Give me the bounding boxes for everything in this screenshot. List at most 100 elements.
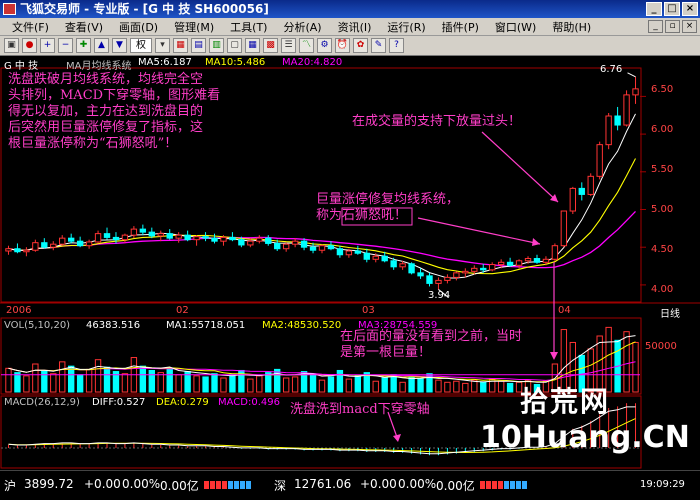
menu-analysis[interactable]: 分析(A) xyxy=(275,19,329,35)
annotation-line: 根巨量涨停称为“石狮怒吼”！ xyxy=(8,136,178,151)
volume-bar xyxy=(291,376,299,393)
arrow-up-icon[interactable]: ▲ xyxy=(94,38,109,53)
zoom-in-icon[interactable]: + xyxy=(40,38,55,53)
menu-manage[interactable]: 管理(M) xyxy=(166,19,222,35)
volume-bar xyxy=(59,361,66,393)
sz-index-label: 深 xyxy=(274,479,287,493)
table-icon[interactable]: ▦ xyxy=(245,38,260,53)
candle-body xyxy=(578,187,585,195)
candle-body xyxy=(390,260,397,268)
candle-body xyxy=(551,245,559,260)
refresh-icon[interactable]: ● xyxy=(22,38,37,53)
candle-body xyxy=(121,234,129,241)
mini-bar-segment xyxy=(516,481,521,489)
vol-y-tick: 50000 xyxy=(645,341,677,352)
volume-bar xyxy=(32,363,39,393)
x-tick-label: 03 xyxy=(362,305,375,316)
low-price-label: 3.94 xyxy=(428,290,451,301)
candle-body xyxy=(632,88,639,96)
volume-bar xyxy=(336,369,344,393)
list-icon[interactable]: ☰ xyxy=(281,38,296,53)
window-icon[interactable]: ▢ xyxy=(227,38,242,53)
candle-body xyxy=(103,233,111,238)
menu-file[interactable]: 文件(F) xyxy=(4,19,57,35)
annotation-line: 称为石狮怒吼！ xyxy=(316,208,408,223)
child-close-button[interactable]: × xyxy=(682,20,697,33)
candle-body xyxy=(112,236,120,241)
y-tick-label: 4.50 xyxy=(651,244,674,255)
child-restore-button[interactable]: ▫ xyxy=(665,20,680,33)
candle-body xyxy=(569,187,577,212)
annotation-left-note: 洗盘跌破月均线系统，均线完全空 头排列，MACD下穿零轴，图形难看 得无以复加，… xyxy=(8,72,258,152)
alarm-icon[interactable]: ⏰ xyxy=(335,38,350,53)
settings-icon[interactable]: ⚙ xyxy=(317,38,332,53)
candle-body xyxy=(23,249,30,253)
dropdown-icon[interactable]: ▾ xyxy=(155,38,170,53)
menu-screen[interactable]: 画面(D) xyxy=(111,19,166,35)
sz-index-value[interactable]: 12761.06 xyxy=(294,477,351,491)
chart-line-icon[interactable]: 〽 xyxy=(299,38,314,53)
menu-info[interactable]: 资讯(I) xyxy=(330,19,380,35)
volume-bar xyxy=(274,368,281,393)
gift-icon[interactable]: ✿ xyxy=(353,38,368,53)
volume-bar xyxy=(417,378,424,393)
menu-view[interactable]: 查看(V) xyxy=(57,19,111,35)
candle-body xyxy=(229,236,236,241)
menu-window[interactable]: 窗口(W) xyxy=(487,19,544,35)
volume-bar xyxy=(139,365,147,393)
menu-plugin[interactable]: 插件(P) xyxy=(434,19,487,35)
chart-icon[interactable]: ▥ xyxy=(209,38,224,53)
maximize-button[interactable]: □ xyxy=(664,2,680,16)
candle-body xyxy=(623,94,630,126)
pen-icon[interactable]: ✎ xyxy=(371,38,386,53)
app-icon xyxy=(3,3,16,15)
candle-body xyxy=(5,248,12,252)
annotation-line: 头排列，MACD下穿零轴，图形难看 xyxy=(8,88,221,103)
zoom-out-icon[interactable]: − xyxy=(58,38,73,53)
candle-body xyxy=(596,144,603,177)
mini-bar-segment xyxy=(504,481,509,489)
watermark-url: 10Huang.CN xyxy=(480,420,690,455)
volume-bar xyxy=(453,380,460,393)
volume-bar xyxy=(220,377,227,393)
mini-bar-segment xyxy=(216,481,221,489)
vol-ma3-line xyxy=(8,361,636,381)
rights-adjust-selector[interactable]: 权 xyxy=(130,38,152,53)
open-icon[interactable]: ▣ xyxy=(4,38,19,53)
candle-body xyxy=(515,260,523,266)
arrow-head xyxy=(532,238,540,246)
annotation-first-giant: 在后面的量没有看到之前，当时 是第一根巨量！ xyxy=(340,329,522,361)
arrow-head xyxy=(550,352,558,360)
candle-body xyxy=(184,234,191,241)
cross-cursor-icon[interactable]: ✚ xyxy=(76,38,91,53)
menu-help[interactable]: 帮助(H) xyxy=(544,19,599,35)
volume-bar xyxy=(247,378,254,393)
candle-body xyxy=(309,246,317,251)
sh-index-amount: 0.00亿 xyxy=(160,479,199,493)
status-bar: 沪 3899.72 +0.00 0.00% 0.00亿 深 12761.06 +… xyxy=(0,470,700,500)
child-minimize-button[interactable]: _ xyxy=(648,20,663,33)
arrow-down-icon[interactable]: ▼ xyxy=(112,38,127,53)
sh-index-value[interactable]: 3899.72 xyxy=(24,477,74,491)
y-tick-label: 5.00 xyxy=(651,204,674,215)
candle-body xyxy=(166,233,173,239)
tile-icon[interactable]: ▩ xyxy=(263,38,278,53)
menu-tools[interactable]: 工具(T) xyxy=(222,19,275,35)
candle-body xyxy=(50,243,57,248)
close-button[interactable]: × xyxy=(682,2,698,16)
volume-bar xyxy=(318,379,326,393)
minimize-button[interactable]: _ xyxy=(646,2,662,16)
volume-bar xyxy=(381,377,388,393)
period-label[interactable]: 日线 xyxy=(660,305,680,320)
candle-body xyxy=(363,252,370,260)
menu-run[interactable]: 运行(R) xyxy=(379,19,433,35)
window-title: 飞狐交易师 - 专业版 - [G 中 技 SH600056] xyxy=(20,2,269,16)
window-controls: _ □ × xyxy=(646,2,698,16)
candle-body xyxy=(462,270,469,274)
help-icon[interactable]: ? xyxy=(389,38,404,53)
mini-bar-segment xyxy=(228,481,233,489)
high-marker-line xyxy=(627,72,636,78)
layout-icon[interactable]: ▦ xyxy=(173,38,188,53)
watermark: 拾荒网 10Huang.CN xyxy=(480,380,690,468)
grid-icon[interactable]: ▤ xyxy=(191,38,206,53)
